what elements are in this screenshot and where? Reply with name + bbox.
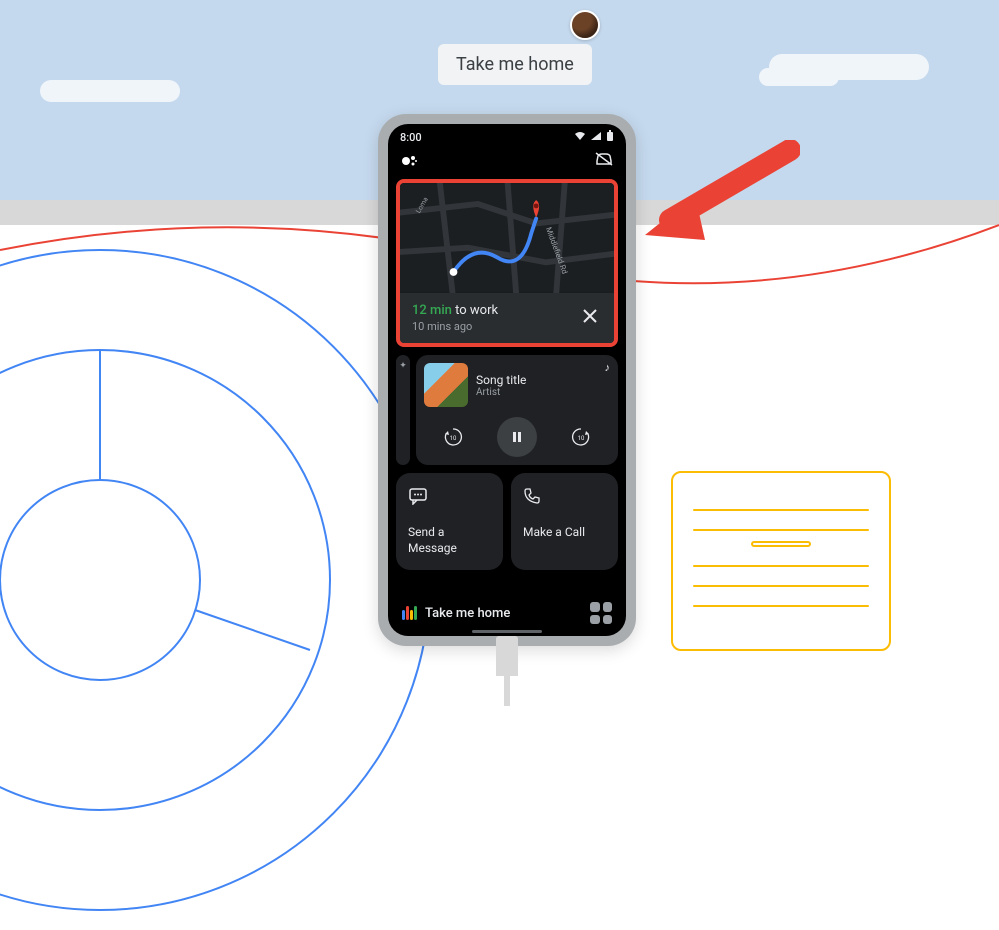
pause-button[interactable]	[497, 417, 537, 457]
notepad-decor	[671, 471, 891, 651]
assistant-icon[interactable]	[400, 152, 418, 170]
speech-bubble: Take me home	[438, 44, 592, 85]
album-art	[424, 363, 468, 407]
status-time: 8:00	[400, 131, 422, 144]
svg-text:10: 10	[577, 435, 584, 442]
phone-icon	[523, 487, 606, 509]
signal-icon	[590, 131, 602, 144]
home-indicator[interactable]	[472, 630, 542, 633]
send-message-label: Send a Message	[408, 525, 491, 556]
navigation-card[interactable]: Middlefield Rd Loma 12 min to work 10 mi…	[396, 179, 618, 347]
close-icon[interactable]	[578, 304, 602, 333]
nav-eta: 12 min to work	[412, 303, 498, 318]
phone-screen: 8:00	[388, 124, 626, 636]
cloud-decor	[40, 80, 180, 102]
user-avatar	[570, 10, 600, 40]
forward-10-button[interactable]: 10	[566, 422, 596, 452]
google-assistant-bars-icon	[402, 606, 417, 620]
svg-text:10: 10	[450, 435, 457, 442]
assistant-query-text: Take me home	[425, 606, 582, 621]
app-bar	[388, 147, 626, 179]
status-bar: 8:00	[388, 124, 626, 147]
volume-scrubber[interactable]: ✦	[396, 355, 410, 465]
media-card[interactable]: ♪ Song title Artist 10	[416, 355, 618, 465]
charging-cable	[496, 636, 518, 676]
cloud-decor	[759, 68, 839, 86]
make-call-label: Make a Call	[523, 525, 606, 541]
song-title: Song title	[476, 373, 526, 387]
phone-frame: 8:00	[378, 114, 636, 646]
assistant-bottom-bar[interactable]: Take me home	[396, 598, 618, 628]
app-grid-button[interactable]	[590, 602, 612, 624]
song-artist: Artist	[476, 387, 526, 398]
send-message-card[interactable]: Send a Message	[396, 473, 503, 570]
rewind-10-button[interactable]: 10	[438, 422, 468, 452]
make-call-card[interactable]: Make a Call	[511, 473, 618, 570]
map-preview[interactable]: Middlefield Rd Loma	[400, 183, 614, 293]
sparkle-icon: ✦	[399, 361, 407, 371]
speech-text: Take me home	[438, 44, 592, 85]
battery-icon	[606, 130, 614, 145]
car-mode-icon[interactable]	[594, 151, 614, 171]
nav-timestamp: 10 mins ago	[412, 320, 498, 333]
message-icon	[408, 487, 491, 509]
music-note-icon: ♪	[605, 361, 611, 374]
wifi-icon	[574, 131, 586, 144]
